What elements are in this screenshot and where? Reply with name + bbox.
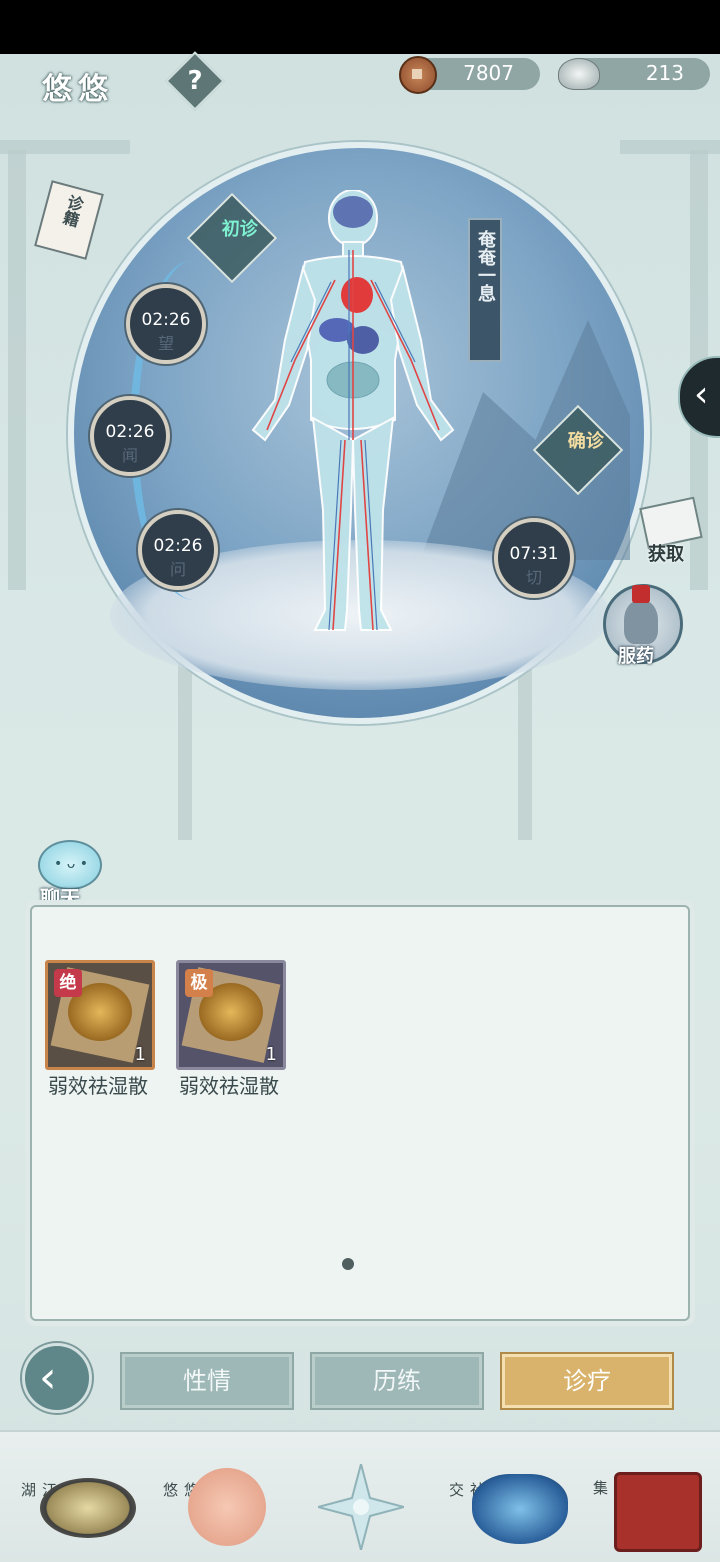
item-grade-badge: 极 (185, 969, 213, 997)
silver-value: 213 (645, 61, 684, 85)
copper-coin-icon (399, 56, 437, 94)
gate-pillar-left (8, 150, 26, 590)
condition-banner: 奄奄一息 (468, 218, 502, 362)
tab-diagnosis-label: 诊疗 (563, 1367, 611, 1395)
help-button[interactable]: ? (165, 51, 225, 111)
tab-training[interactable]: 历练 (312, 1354, 482, 1408)
timer-listen[interactable]: 02:26 闻 (90, 396, 170, 476)
back-arrow-icon: ‹ (39, 1352, 57, 1403)
tab-diagnosis[interactable]: 诊疗 (502, 1354, 672, 1408)
medical-records-book[interactable]: 诊籍 (34, 180, 104, 260)
timer-pulse[interactable]: 07:31 切 (494, 518, 574, 598)
nav-home[interactable] (314, 1460, 408, 1554)
item-name: 弱效祛湿散 (179, 1074, 279, 1098)
bottle-cap-icon (632, 585, 650, 603)
condition-text: 奄奄一息 (475, 230, 496, 302)
timer-look-method: 望 (157, 334, 174, 353)
chevron-left-icon: ‹ (694, 374, 709, 415)
side-panel-toggle[interactable]: ‹ (678, 356, 720, 438)
medicine-bottle-icon (624, 600, 658, 644)
timer-pulse-method: 切 (525, 568, 542, 587)
gate-beam-left (0, 140, 130, 154)
item-name: 弱效祛湿散 (48, 1074, 148, 1098)
timer-ask-time: 02:26 (153, 536, 203, 556)
book-label: 诊籍 (58, 192, 86, 229)
silver-ingot-icon (558, 58, 600, 90)
timer-look[interactable]: 02:26 望 (126, 284, 206, 364)
timer-look-time: 02:26 (141, 310, 191, 330)
timer-ask-method: 问 (169, 560, 186, 579)
page-indicator-dot (342, 1258, 354, 1270)
straw-hat-icon (40, 1478, 136, 1538)
confirm-diagnosis-label: 确诊 (567, 431, 604, 453)
character-name: 悠悠 (42, 72, 114, 107)
wave-bowl-icon (472, 1474, 568, 1544)
market-basket-icon (614, 1472, 702, 1552)
item-quantity: 1 (134, 1044, 146, 1065)
tab-training-label: 历练 (373, 1367, 421, 1395)
inventory-item[interactable]: 绝 1 (45, 960, 155, 1070)
swallow-icon (188, 1468, 266, 1546)
chat-face-icon: • ᴗ • (54, 856, 88, 872)
item-grade-badge: 绝 (54, 969, 82, 997)
gate-beam-right (620, 140, 720, 154)
item-quantity: 1 (265, 1044, 277, 1065)
inventory-item[interactable]: 极 1 (176, 960, 286, 1070)
question-icon: ? (187, 66, 203, 96)
copper-value: 7807 (463, 61, 514, 85)
timer-ask[interactable]: 02:26 问 (138, 510, 218, 590)
compass-star-icon (314, 1460, 408, 1554)
timer-listen-method: 闻 (121, 446, 138, 465)
status-bar (0, 0, 720, 54)
initial-diagnosis-label: 初诊 (221, 219, 258, 241)
acquire-label[interactable]: 获取 (648, 540, 684, 566)
tab-temperament[interactable]: 性情 (122, 1354, 292, 1408)
timer-pulse-time: 07:31 (509, 544, 559, 564)
tab-temperament-label: 性情 (183, 1367, 231, 1395)
take-medicine-label: 服药 (618, 646, 654, 667)
back-button[interactable]: ‹ (22, 1343, 92, 1413)
human-body-figure (251, 190, 455, 631)
timer-listen-time: 02:26 (105, 422, 155, 442)
